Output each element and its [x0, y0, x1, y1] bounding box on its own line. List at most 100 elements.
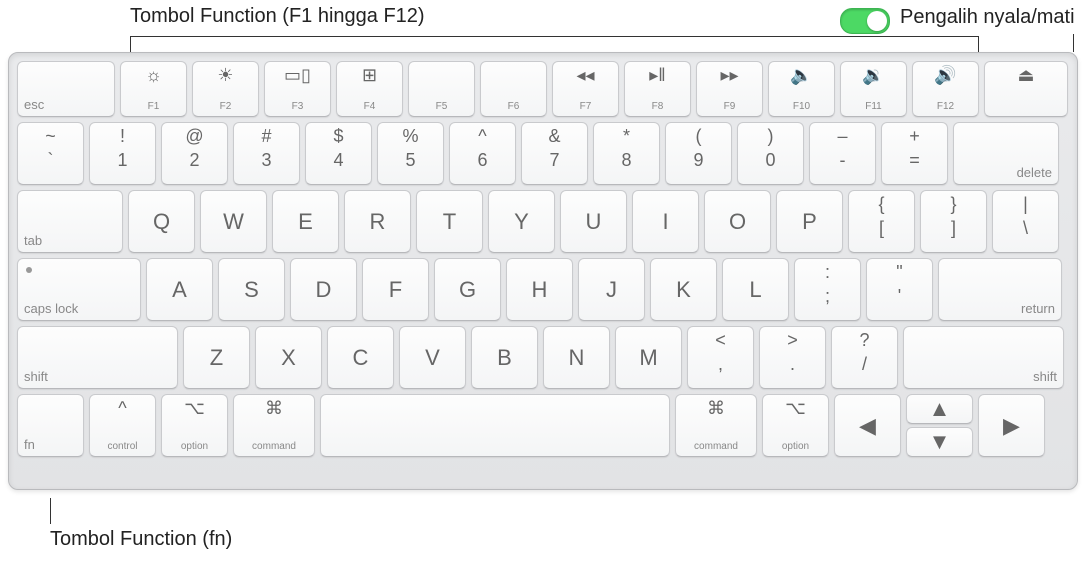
key-V[interactable]: V [399, 326, 466, 389]
key-1[interactable]: !1 [89, 122, 156, 185]
key-S[interactable]: S [218, 258, 285, 321]
key-O[interactable]: O [704, 190, 771, 253]
key-semicolon[interactable]: :; [794, 258, 861, 321]
key-7[interactable]: &7 [521, 122, 588, 185]
key-arrow-left[interactable]: ◀ [834, 394, 901, 457]
key-4[interactable]: $4 [305, 122, 372, 185]
key-capslock[interactable]: caps lock [17, 258, 141, 321]
key-f7[interactable]: ◂◂F7 [552, 61, 619, 117]
key-2[interactable]: @2 [161, 122, 228, 185]
key-Q[interactable]: Q [128, 190, 195, 253]
onoff-switch[interactable] [840, 8, 890, 34]
key-A[interactable]: A [146, 258, 213, 321]
key-E[interactable]: E [272, 190, 339, 253]
key-T[interactable]: T [416, 190, 483, 253]
key-8[interactable]: *8 [593, 122, 660, 185]
key-backslash[interactable]: |\ [992, 190, 1059, 253]
key-delete[interactable]: delete [953, 122, 1059, 185]
key-lshift[interactable]: shift [17, 326, 178, 389]
callout-onoff-switch: Pengalih nyala/mati [900, 6, 1075, 29]
key-f3-icon: ▭▯ [284, 66, 311, 84]
key-J[interactable]: J [578, 258, 645, 321]
key-f6[interactable]: F6 [480, 61, 547, 117]
key-period[interactable]: >. [759, 326, 826, 389]
key-comma[interactable]: <, [687, 326, 754, 389]
key-f5[interactable]: F5 [408, 61, 475, 117]
key-lcontrol[interactable]: ^control [89, 394, 156, 457]
key-P[interactable]: P [776, 190, 843, 253]
key-W[interactable]: W [200, 190, 267, 253]
key-quote[interactable]: "' [866, 258, 933, 321]
key-rcommand[interactable]: ⌘command [675, 394, 757, 457]
callout-line-fn [50, 498, 51, 524]
key-f3[interactable]: ▭▯F3 [264, 61, 331, 117]
key-minus[interactable]: –- [809, 122, 876, 185]
key-f8[interactable]: ▸‖F8 [624, 61, 691, 117]
key-lbracket[interactable]: {[ [848, 190, 915, 253]
key-lcommand[interactable]: ⌘command [233, 394, 315, 457]
key-space[interactable] [320, 394, 670, 457]
key-rcommand-icon: ⌘ [707, 399, 725, 417]
key-N[interactable]: N [543, 326, 610, 389]
key-f4[interactable]: ⊞F4 [336, 61, 403, 117]
key-f4-icon: ⊞ [362, 66, 377, 84]
key-Z[interactable]: Z [183, 326, 250, 389]
key-3[interactable]: #3 [233, 122, 300, 185]
key-tilde[interactable]: ~` [17, 122, 84, 185]
key-f8-icon: ▸‖ [649, 66, 665, 84]
key-D[interactable]: D [290, 258, 357, 321]
key-R[interactable]: R [344, 190, 411, 253]
key-6[interactable]: ^6 [449, 122, 516, 185]
key-M[interactable]: M [615, 326, 682, 389]
key-X[interactable]: X [255, 326, 322, 389]
key-arrow-down[interactable]: ▼ [906, 427, 973, 457]
onoff-switch-knob [867, 11, 887, 31]
key-f2-icon: ☀ [217, 66, 233, 84]
key-eject[interactable]: ⏏ [984, 61, 1068, 117]
key-5[interactable]: %5 [377, 122, 444, 185]
key-eject-icon: ⏏ [1017, 66, 1034, 84]
key-f1-icon: ☼ [145, 66, 162, 84]
key-lcommand-icon: ⌘ [265, 399, 283, 417]
row-function: esc☼F1☀F2▭▯F3⊞F4F5F6◂◂F7▸‖F8▸▸F9🔈F10🔉F11… [17, 61, 1069, 117]
key-f1[interactable]: ☼F1 [120, 61, 187, 117]
key-slash[interactable]: ?/ [831, 326, 898, 389]
key-f11[interactable]: 🔉F11 [840, 61, 907, 117]
key-arrow-right[interactable]: ▶ [978, 394, 1045, 457]
key-C[interactable]: C [327, 326, 394, 389]
key-tab[interactable]: tab [17, 190, 123, 253]
key-fn[interactable]: fn [17, 394, 84, 457]
key-roption-icon: ⌥ [785, 399, 806, 417]
key-f11-icon: 🔉 [862, 66, 884, 84]
key-I[interactable]: I [632, 190, 699, 253]
key-Y[interactable]: Y [488, 190, 555, 253]
key-esc[interactable]: esc [17, 61, 115, 117]
callout-line-function-keys-l [130, 36, 131, 52]
row-zxcv: shiftZXCVBNM<,>.?/shift [17, 326, 1069, 389]
key-H[interactable]: H [506, 258, 573, 321]
key-rbracket[interactable]: }] [920, 190, 987, 253]
key-lcontrol-icon: ^ [118, 399, 126, 417]
key-f10[interactable]: 🔈F10 [768, 61, 835, 117]
key-9[interactable]: (9 [665, 122, 732, 185]
keyboard: esc☼F1☀F2▭▯F3⊞F4F5F6◂◂F7▸‖F8▸▸F9🔈F10🔉F11… [8, 52, 1078, 490]
key-roption[interactable]: ⌥option [762, 394, 829, 457]
callout-fn-key: Tombol Function (fn) [50, 528, 232, 551]
key-F[interactable]: F [362, 258, 429, 321]
key-K[interactable]: K [650, 258, 717, 321]
key-B[interactable]: B [471, 326, 538, 389]
key-L[interactable]: L [722, 258, 789, 321]
key-0[interactable]: )0 [737, 122, 804, 185]
key-f2[interactable]: ☀F2 [192, 61, 259, 117]
key-arrow-up[interactable]: ▲ [906, 394, 973, 424]
key-U[interactable]: U [560, 190, 627, 253]
key-loption[interactable]: ⌥option [161, 394, 228, 457]
key-return[interactable]: return [938, 258, 1062, 321]
key-equal[interactable]: += [881, 122, 948, 185]
key-f9[interactable]: ▸▸F9 [696, 61, 763, 117]
key-f12[interactable]: 🔊F12 [912, 61, 979, 117]
callout-line-function-keys-r [978, 36, 979, 52]
row-asdf: caps lockASDFGHJKL:;"'return [17, 258, 1069, 321]
key-rshift[interactable]: shift [903, 326, 1064, 389]
key-G[interactable]: G [434, 258, 501, 321]
